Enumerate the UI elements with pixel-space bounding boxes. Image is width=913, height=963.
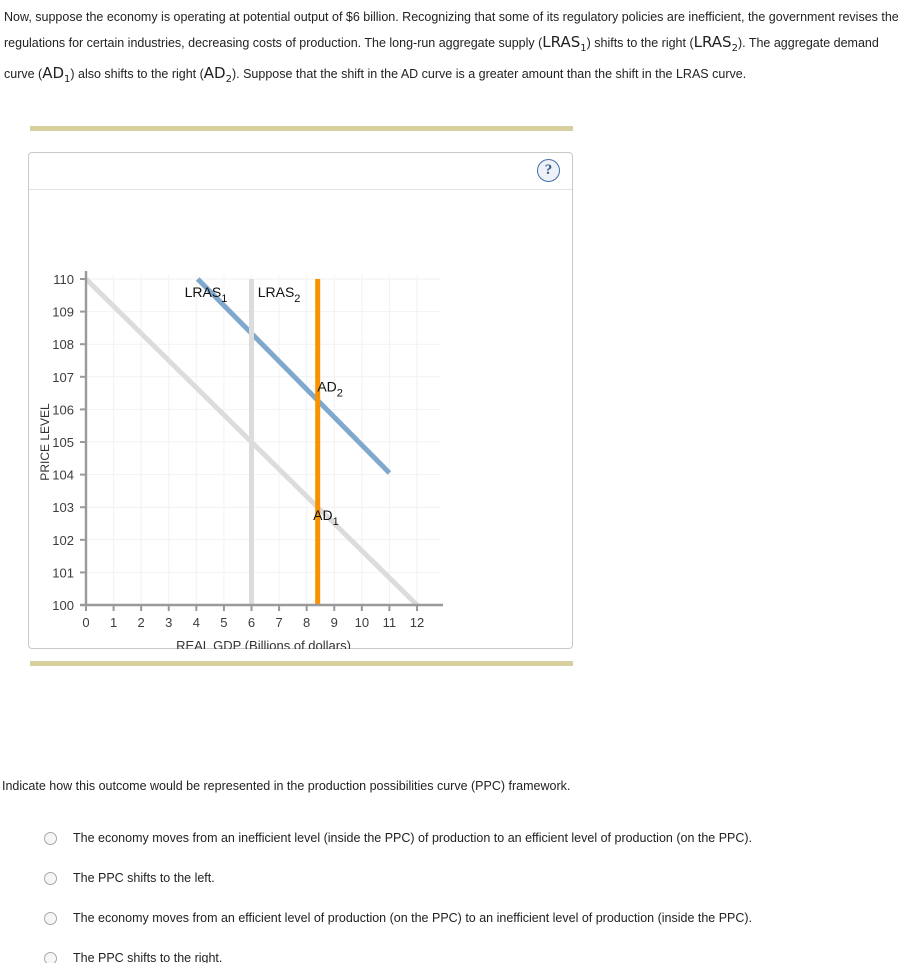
svg-text:101: 101 [52, 565, 74, 580]
svg-text:100: 100 [52, 598, 74, 613]
radio-button-icon[interactable] [44, 871, 57, 885]
radio-button-icon[interactable] [44, 911, 57, 925]
svg-text:REAL GDP (Billions of dollars): REAL GDP (Billions of dollars) [176, 638, 351, 649]
chart-svg: 1001011021031041051061071081091100 1 2 3 4 5 6… [38, 271, 443, 649]
ppc-radio-group: The economy moves from an inefficient le… [44, 818, 904, 963]
svg-text:12: 12 [410, 615, 424, 630]
svg-text:105: 105 [52, 435, 74, 450]
svg-text:4: 4 [193, 615, 200, 630]
svg-text:110: 110 [53, 272, 74, 287]
intro-line-3-part-b: ) also shifts to the right ( [70, 67, 204, 81]
help-icon[interactable]: ? [537, 159, 560, 182]
svg-text:9: 9 [331, 615, 338, 630]
ppc-option-label[interactable]: The PPC shifts to the left. [73, 871, 215, 885]
ppc-option-row[interactable]: The economy moves from an efficient leve… [44, 898, 904, 938]
svg-text:5: 5 [220, 615, 227, 630]
ppc-prompt: Indicate how this outcome would be repre… [2, 779, 571, 793]
svg-text:102: 102 [52, 533, 74, 548]
ppc-option-label[interactable]: The PPC shifts to the right. [73, 951, 222, 963]
aggregate-demand-supply-chart: 100 101 102 103 104 105 106 107 108 109 110 0 1 2 3 4 5 6… [29, 191, 572, 649]
svg-text:6: 6 [248, 615, 255, 630]
ad2-inline-symbol: AD2 [203, 64, 232, 85]
svg-text:2: 2 [138, 615, 145, 630]
svg-text:11: 11 [383, 615, 397, 630]
lras1-inline-symbol: LRAS1 [542, 33, 587, 54]
svg-text:107: 107 [52, 370, 74, 385]
svg-text:LRAS1: LRAS1 [185, 284, 228, 305]
svg-text:10: 10 [355, 615, 369, 630]
intro-line-2-part-c: ). The [737, 36, 771, 50]
dropdown-sentence-block: According to the graph, real GDP increas… [0, 678, 913, 778]
radio-button-icon[interactable] [44, 951, 57, 963]
svg-text:1: 1 [110, 615, 117, 630]
intro-line-1: Now, suppose the economy is operating at… [4, 10, 835, 24]
svg-text:AD2: AD2 [317, 378, 343, 399]
intro-line-3-part-c: ). Suppose that the shift in the AD curv… [231, 67, 709, 81]
ppc-option-row[interactable]: The economy moves from an inefficient le… [44, 818, 904, 858]
ad1-inline-symbol: AD1 [42, 64, 71, 85]
ppc-option-label[interactable]: The economy moves from an efficient leve… [73, 911, 752, 925]
radio-button-icon[interactable] [44, 831, 57, 845]
svg-text:0: 0 [82, 615, 89, 630]
svg-text:106: 106 [52, 402, 74, 417]
ppc-option-label[interactable]: The economy moves from an inefficient le… [73, 831, 752, 845]
graph-panel: ? 100 101 102 103 104 105 106 107 108 109 110 0 1 2 3 4… [28, 152, 573, 649]
svg-text:104: 104 [52, 468, 74, 483]
ppc-option-row[interactable]: The PPC shifts to the left. [44, 858, 904, 898]
intro-line-4: curve. [712, 67, 747, 81]
divider-bottom [30, 661, 573, 666]
svg-text:109: 109 [52, 305, 74, 320]
intro-line-2-part-b: ) shifts to the right ( [586, 36, 694, 50]
svg-text:PRICE LEVEL: PRICE LEVEL [38, 403, 52, 481]
ppc-option-row[interactable]: The PPC shifts to the right. [44, 938, 904, 963]
lras2-inline-symbol: LRAS2 [693, 33, 738, 54]
svg-text:8: 8 [303, 615, 310, 630]
svg-text:7: 7 [275, 615, 282, 630]
intro-paragraph: Now, suppose the economy is operating at… [0, 0, 913, 92]
svg-text:103: 103 [52, 500, 74, 515]
divider-top [30, 126, 573, 131]
svg-text:3: 3 [165, 615, 172, 630]
svg-text:108: 108 [52, 337, 74, 352]
graph-panel-header: ? [29, 153, 572, 190]
